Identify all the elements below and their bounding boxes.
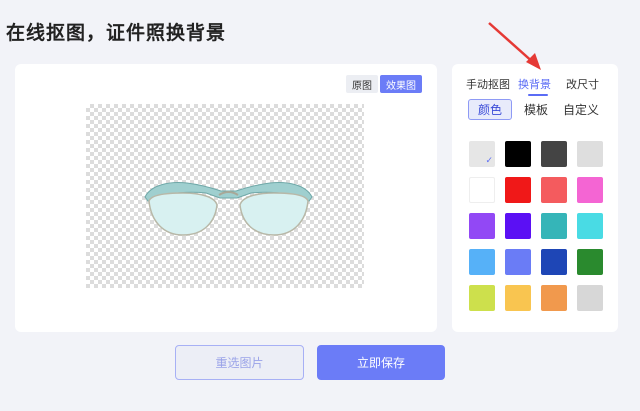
color-swatch[interactable] [541,285,567,311]
color-swatch[interactable] [505,213,531,239]
background-subtabs: 颜色 模板 自定义 [468,99,602,121]
color-swatch[interactable] [541,249,567,275]
color-swatch[interactable] [505,141,531,167]
color-swatch[interactable] [577,249,603,275]
transparent-canvas [86,104,364,288]
reselect-image-button[interactable]: 重选图片 [175,345,304,380]
subtab-custom[interactable]: 自定义 [560,99,602,120]
color-swatch[interactable] [577,177,603,203]
color-swatch[interactable] [577,141,603,167]
color-swatch[interactable] [469,177,495,203]
preview-card: 原图 效果图 [15,64,437,332]
color-swatch[interactable] [505,177,531,203]
color-swatch[interactable] [541,141,567,167]
tab-resize[interactable]: 改尺寸 [566,76,599,92]
page-title: 在线抠图，证件照换背景 [6,22,227,44]
color-swatch[interactable] [469,285,495,311]
settings-panel: 手动抠图 换背景 改尺寸 颜色 模板 自定义 ✓ [452,64,618,332]
color-swatch[interactable] [469,213,495,239]
save-now-button[interactable]: 立即保存 [317,345,445,380]
tab-change-background[interactable]: 换背景 [518,76,551,92]
color-swatch[interactable] [541,213,567,239]
subtab-color[interactable]: 颜色 [468,99,512,120]
tab-manual-cutout[interactable]: 手动抠图 [466,76,510,92]
color-swatch[interactable] [541,177,567,203]
panel-tabs: 手动抠图 换背景 改尺寸 [452,72,618,96]
color-swatch[interactable] [469,249,495,275]
active-tab-indicator [528,94,548,96]
color-swatch[interactable] [577,213,603,239]
original-image-toggle[interactable]: 原图 [346,75,378,93]
color-swatch[interactable]: ✓ [469,141,495,167]
color-swatch[interactable] [577,285,603,311]
color-swatch[interactable] [505,249,531,275]
subtab-template[interactable]: 模板 [516,99,556,120]
check-icon: ✓ [485,156,493,166]
effect-image-toggle[interactable]: 效果图 [380,75,422,93]
color-swatch[interactable] [505,285,531,311]
glasses-image [144,182,313,236]
